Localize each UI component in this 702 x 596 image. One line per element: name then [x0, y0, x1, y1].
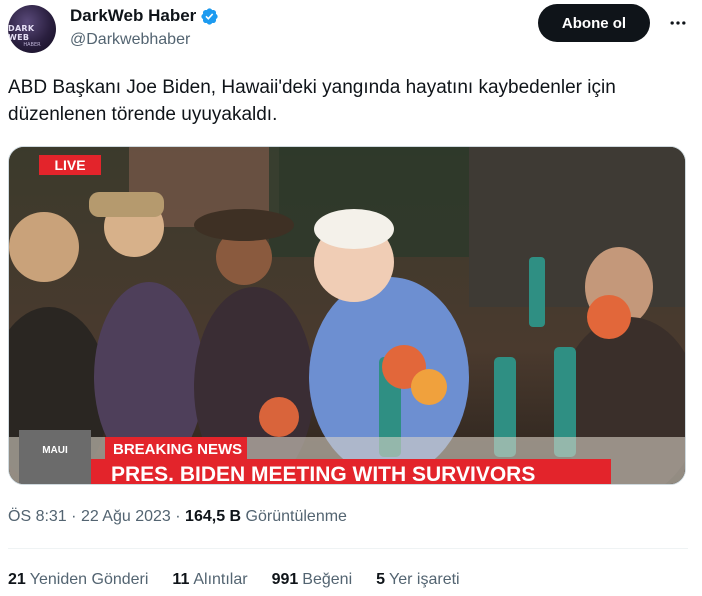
video-frame: LIVE MAUI BREAKING NEWS PRES. BIDEN MEET… [9, 147, 685, 485]
reposts-stat[interactable]: 21 Yeniden Gönderi [8, 571, 148, 589]
flower-arrangement [411, 369, 447, 405]
reposts-count: 21 [8, 571, 26, 588]
views-count: 164,5 B [185, 508, 242, 525]
tweet-meta: ÖS 8:31 · 22 Ağu 2023 · 164,5 B Görüntül… [8, 508, 347, 526]
follow-button[interactable]: Abone ol [538, 4, 650, 42]
meta-separator: · [71, 508, 77, 525]
meta-separator: · [175, 508, 181, 525]
verified-badge-icon [201, 7, 218, 25]
name-row: DarkWeb Haber [70, 6, 219, 26]
divider [8, 548, 688, 549]
flower-arrangement [259, 397, 299, 437]
tweet-video[interactable]: LIVE MAUI BREAKING NEWS PRES. BIDEN MEET… [8, 146, 686, 485]
live-label: LIVE [54, 157, 85, 173]
bookmarks-stat[interactable]: 5 Yer işareti [376, 571, 459, 589]
likes-stat[interactable]: 991 Beğeni [272, 571, 353, 589]
more-options-icon [670, 21, 686, 25]
author-handle[interactable]: @Darkwebhaber [70, 31, 190, 49]
author-display-name[interactable]: DarkWeb Haber [70, 6, 196, 26]
attendee-left-head [9, 212, 79, 282]
water-bottle [529, 257, 545, 327]
engagement-stats: 21 Yeniden Gönderi 11 Alıntılar 991 Beğeni … [8, 571, 484, 589]
flower-arrangement [587, 295, 631, 339]
bookmarks-label: Yer işareti [389, 571, 460, 588]
headline-text: PRES. BIDEN MEETING WITH SURVIVORS [111, 463, 535, 485]
quotes-count: 11 [172, 571, 190, 588]
likes-label: Beğeni [302, 571, 353, 588]
tweet-time[interactable]: ÖS 8:31 [8, 508, 67, 525]
avatar-logo-text: DARK WEB [8, 24, 35, 42]
quotes-stat[interactable]: 11 Alıntılar [172, 571, 247, 589]
attendee-hat [194, 209, 294, 241]
network-logo-text: MAUI [42, 445, 68, 456]
background-wall [469, 147, 685, 307]
more-options-button[interactable] [664, 9, 692, 37]
reposts-label: Yeniden Gönderi [29, 571, 149, 588]
biden-hair [314, 209, 394, 249]
avatar[interactable]: DARK WEB HABER [8, 5, 56, 53]
attendee-cap [89, 192, 164, 217]
network-logo-box [19, 430, 91, 484]
views-label: Görüntülenme [245, 508, 347, 525]
tweet-date[interactable]: 22 Ağu 2023 [81, 508, 171, 525]
likes-count: 991 [271, 571, 299, 588]
tweet-text: ABD Başkanı Joe Biden, Hawaii'deki yangı… [8, 77, 616, 125]
quotes-label: Alıntılar [193, 571, 248, 588]
bookmarks-count: 5 [376, 571, 386, 588]
breaking-news-label: BREAKING NEWS [113, 441, 242, 458]
tweet-header: DARK WEB HABER DarkWeb Haber @Darkwebhab… [0, 0, 702, 60]
avatar-logo-subtext: HABER [23, 42, 41, 48]
